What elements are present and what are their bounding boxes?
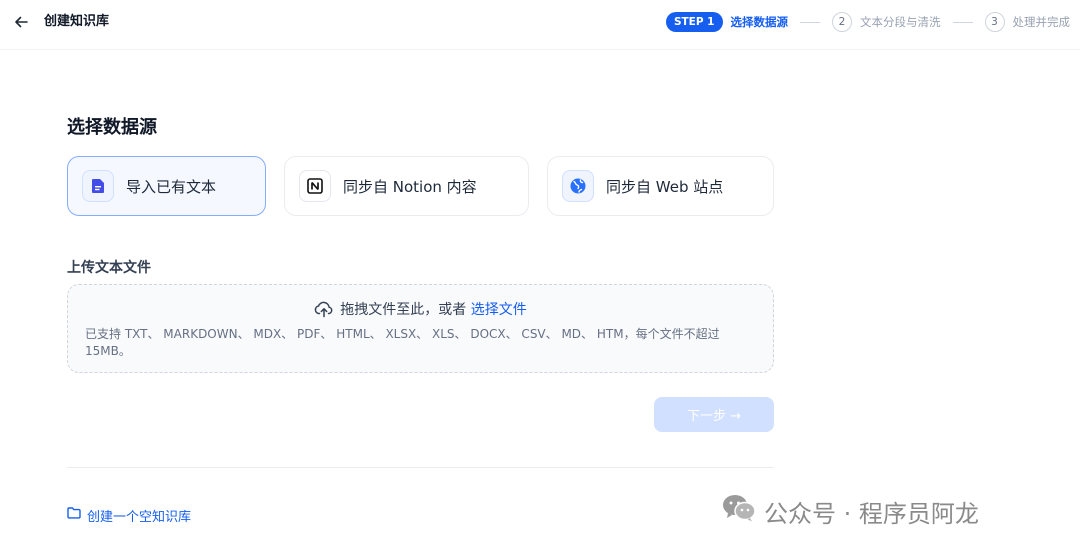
- document-icon: [82, 170, 114, 202]
- watermark-text: 公众号 · 程序员阿龙: [764, 499, 979, 528]
- drop-instruction: 拖拽文件至此，或者: [340, 302, 471, 318]
- create-empty-label: 创建一个空知识库: [87, 509, 192, 525]
- source-card-web[interactable]: 同步自 Web 站点: [547, 156, 774, 216]
- step-indicator: STEP 1 选择数据源 2 文本分段与清洗 3 处理并完成: [665, 11, 1071, 33]
- arrow-left-icon[interactable]: [14, 12, 32, 32]
- cloud-upload-icon: [314, 300, 334, 325]
- upload-title: 上传文本文件: [67, 260, 151, 276]
- source-card-label: 同步自 Web 站点: [606, 177, 724, 196]
- section-title: 选择数据源: [67, 117, 157, 138]
- source-card-label: 导入已有文本: [126, 177, 217, 196]
- choose-file-link[interactable]: 选择文件: [471, 302, 527, 318]
- wechat-icon: [722, 494, 756, 528]
- step-divider: [952, 21, 973, 23]
- globe-icon: [562, 170, 594, 202]
- step-3-number: 3: [984, 12, 1005, 32]
- step-2-number: 2: [832, 12, 852, 32]
- step-divider: [800, 21, 820, 23]
- source-card-label: 同步自 Notion 内容: [343, 177, 477, 196]
- supported-formats-hint: 已支持 TXT、 MARKDOWN、 MDX、 PDF、 HTML、 XLSX、…: [85, 327, 720, 358]
- step-1-label: 选择数据源: [730, 15, 789, 29]
- top-header: 创建知识库 STEP 1 选择数据源 2 文本分段与清洗 3 处理并完成: [0, 0, 1080, 50]
- notion-icon: [299, 170, 331, 202]
- folder-icon: [67, 507, 81, 523]
- page-title: 创建知识库: [44, 14, 110, 29]
- watermark: 公众号 · 程序员阿龙: [722, 494, 979, 528]
- create-empty-knowledge-base-link[interactable]: 创建一个空知识库: [67, 505, 191, 525]
- step-3-label: 处理并完成: [1012, 15, 1071, 29]
- dropzone-text: 拖拽文件至此，或者 选择文件: [68, 299, 773, 325]
- divider: [67, 467, 774, 468]
- step-1-badge: STEP 1: [665, 12, 723, 32]
- source-card-notion[interactable]: 同步自 Notion 内容: [284, 156, 529, 216]
- file-dropzone[interactable]: 拖拽文件至此，或者 选择文件 已支持 TXT、 MARKDOWN、 MDX、 P…: [67, 284, 774, 373]
- next-step-button[interactable]: 下一步 →: [654, 397, 774, 432]
- step-2-label: 文本分段与清洗: [860, 15, 941, 29]
- source-card-import-text[interactable]: 导入已有文本: [67, 156, 266, 216]
